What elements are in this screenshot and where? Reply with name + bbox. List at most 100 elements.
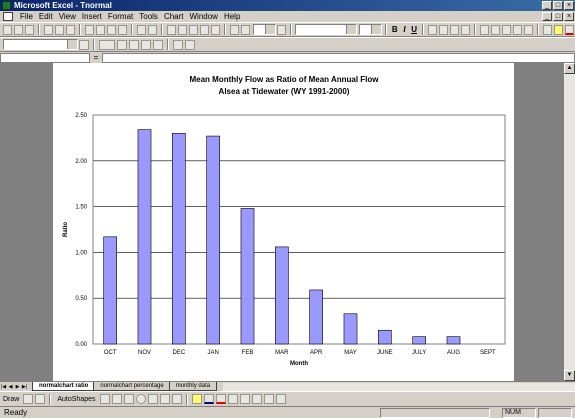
font-color-icon[interactable]	[565, 24, 575, 35]
chart-type-icon[interactable]	[99, 39, 115, 50]
oval-icon[interactable]	[135, 394, 146, 404]
minimize-button[interactable]: _	[542, 1, 552, 10]
3d-icon[interactable]	[275, 394, 286, 404]
redo-icon[interactable]	[148, 24, 158, 35]
menu-tools[interactable]: Tools	[136, 11, 161, 22]
open-icon[interactable]	[14, 24, 24, 35]
menu-view[interactable]: View	[56, 11, 79, 22]
x-tick-label: FEB	[242, 350, 254, 356]
next-sheet-icon[interactable]: ▶	[14, 383, 21, 391]
percent-icon[interactable]	[490, 24, 500, 35]
sheet-tab-normalchart-percentage[interactable]: normalchart percentage	[93, 382, 171, 391]
arrow-style-icon[interactable]	[251, 394, 262, 404]
menu-edit[interactable]: Edit	[36, 11, 56, 22]
doc-minimize-button[interactable]: _	[542, 12, 552, 21]
angle-text-up-icon[interactable]	[185, 39, 195, 50]
borders-icon[interactable]	[543, 24, 553, 35]
by-column-icon[interactable]	[153, 39, 163, 50]
decrease-decimal-icon[interactable]	[524, 24, 534, 35]
sheet-tab-monthly-data[interactable]: monthly data	[168, 382, 218, 391]
bar-nov	[137, 129, 152, 345]
sheet-tab-normalchart-ratio[interactable]: normalchart ratio	[32, 382, 96, 391]
undo-icon[interactable]	[137, 24, 147, 35]
menu-file[interactable]: File	[17, 11, 36, 22]
print-preview-icon[interactable]	[55, 24, 65, 35]
select-objects-icon[interactable]	[23, 394, 34, 404]
arrow-icon[interactable]	[111, 394, 122, 404]
hyperlink-icon[interactable]	[167, 24, 177, 35]
autoshapes-menu[interactable]: AutoShapes	[54, 396, 98, 403]
drawing-icon[interactable]	[241, 24, 251, 35]
bold-icon[interactable]: B	[390, 25, 400, 34]
scroll-up-button[interactable]: ▲	[564, 63, 575, 74]
comma-icon[interactable]	[502, 24, 512, 35]
menu-help[interactable]: Help	[221, 11, 243, 22]
line-color-icon[interactable]	[203, 394, 214, 404]
save-icon[interactable]	[25, 24, 35, 35]
italic-icon[interactable]: I	[400, 25, 410, 34]
spelling-icon[interactable]	[66, 24, 76, 35]
zoom-combo[interactable]	[253, 24, 277, 35]
maximize-button[interactable]: □	[553, 1, 563, 10]
menu-format[interactable]: Format	[105, 11, 136, 22]
document-icon[interactable]	[3, 12, 13, 21]
by-row-icon[interactable]	[141, 39, 151, 50]
doc-restore-button[interactable]: □	[553, 12, 563, 21]
cut-icon[interactable]	[85, 24, 95, 35]
dash-style-icon[interactable]	[239, 394, 250, 404]
help-icon[interactable]	[277, 24, 287, 35]
draw-fill-color-icon[interactable]	[191, 394, 202, 404]
menu-window[interactable]: Window	[187, 11, 221, 22]
draw-font-color-icon[interactable]	[215, 394, 226, 404]
align-left-icon[interactable]	[427, 24, 437, 35]
wordart-icon[interactable]	[159, 394, 170, 404]
font-name-combo[interactable]	[295, 24, 357, 35]
close-button[interactable]: ×	[564, 1, 574, 10]
line-style-icon[interactable]	[227, 394, 238, 404]
rectangle-icon[interactable]	[123, 394, 134, 404]
new-icon[interactable]	[3, 24, 13, 35]
autosum-icon[interactable]	[178, 24, 188, 35]
merge-center-icon[interactable]	[460, 24, 470, 35]
data-table-icon[interactable]	[129, 39, 139, 50]
draw-menu[interactable]: Draw	[0, 396, 22, 403]
align-center-icon[interactable]	[438, 24, 448, 35]
function-icon[interactable]	[189, 24, 199, 35]
horizontal-scrollbar[interactable]	[223, 382, 575, 391]
menu-chart[interactable]: Chart	[161, 11, 187, 22]
chart-wizard-icon[interactable]	[230, 24, 240, 35]
copy-icon[interactable]	[96, 24, 106, 35]
print-icon[interactable]	[44, 24, 54, 35]
vertical-scrollbar[interactable]: ▲ ▼	[563, 63, 575, 381]
legend-icon[interactable]	[117, 39, 127, 50]
last-sheet-icon[interactable]: ▶|	[21, 383, 28, 391]
sort-descending-icon[interactable]	[211, 24, 221, 35]
font-size-combo[interactable]	[358, 24, 382, 35]
scroll-down-button[interactable]: ▼	[564, 370, 575, 381]
chart-sheet[interactable]: Mean Monthly Flow as Ratio of Mean Annua…	[53, 63, 514, 381]
fill-color-icon[interactable]	[554, 24, 564, 35]
doc-close-button[interactable]: ×	[564, 12, 574, 21]
shadow-icon[interactable]	[263, 394, 274, 404]
align-right-icon[interactable]	[449, 24, 459, 35]
format-painter-icon[interactable]	[118, 24, 128, 35]
paste-icon[interactable]	[107, 24, 117, 35]
first-sheet-icon[interactable]: |◀	[0, 383, 7, 391]
sort-ascending-icon[interactable]	[200, 24, 210, 35]
chart[interactable]: Mean Monthly Flow as Ratio of Mean Annua…	[53, 63, 514, 381]
text-box-icon[interactable]	[147, 394, 158, 404]
name-box[interactable]	[0, 52, 90, 63]
excel-app-icon[interactable]	[2, 1, 11, 10]
menu-insert[interactable]: Insert	[79, 11, 105, 22]
angle-text-down-icon[interactable]	[173, 39, 183, 50]
currency-icon[interactable]	[479, 24, 489, 35]
chart-objects-combo[interactable]	[3, 39, 78, 50]
format-selected-icon[interactable]	[79, 39, 89, 50]
formula-input[interactable]	[102, 52, 575, 63]
prev-sheet-icon[interactable]: ◀	[7, 383, 14, 391]
free-rotate-icon[interactable]	[35, 394, 46, 404]
increase-decimal-icon[interactable]	[513, 24, 523, 35]
underline-icon[interactable]: U	[409, 25, 419, 34]
line-icon[interactable]	[99, 394, 110, 404]
clip-art-icon[interactable]	[171, 394, 182, 404]
